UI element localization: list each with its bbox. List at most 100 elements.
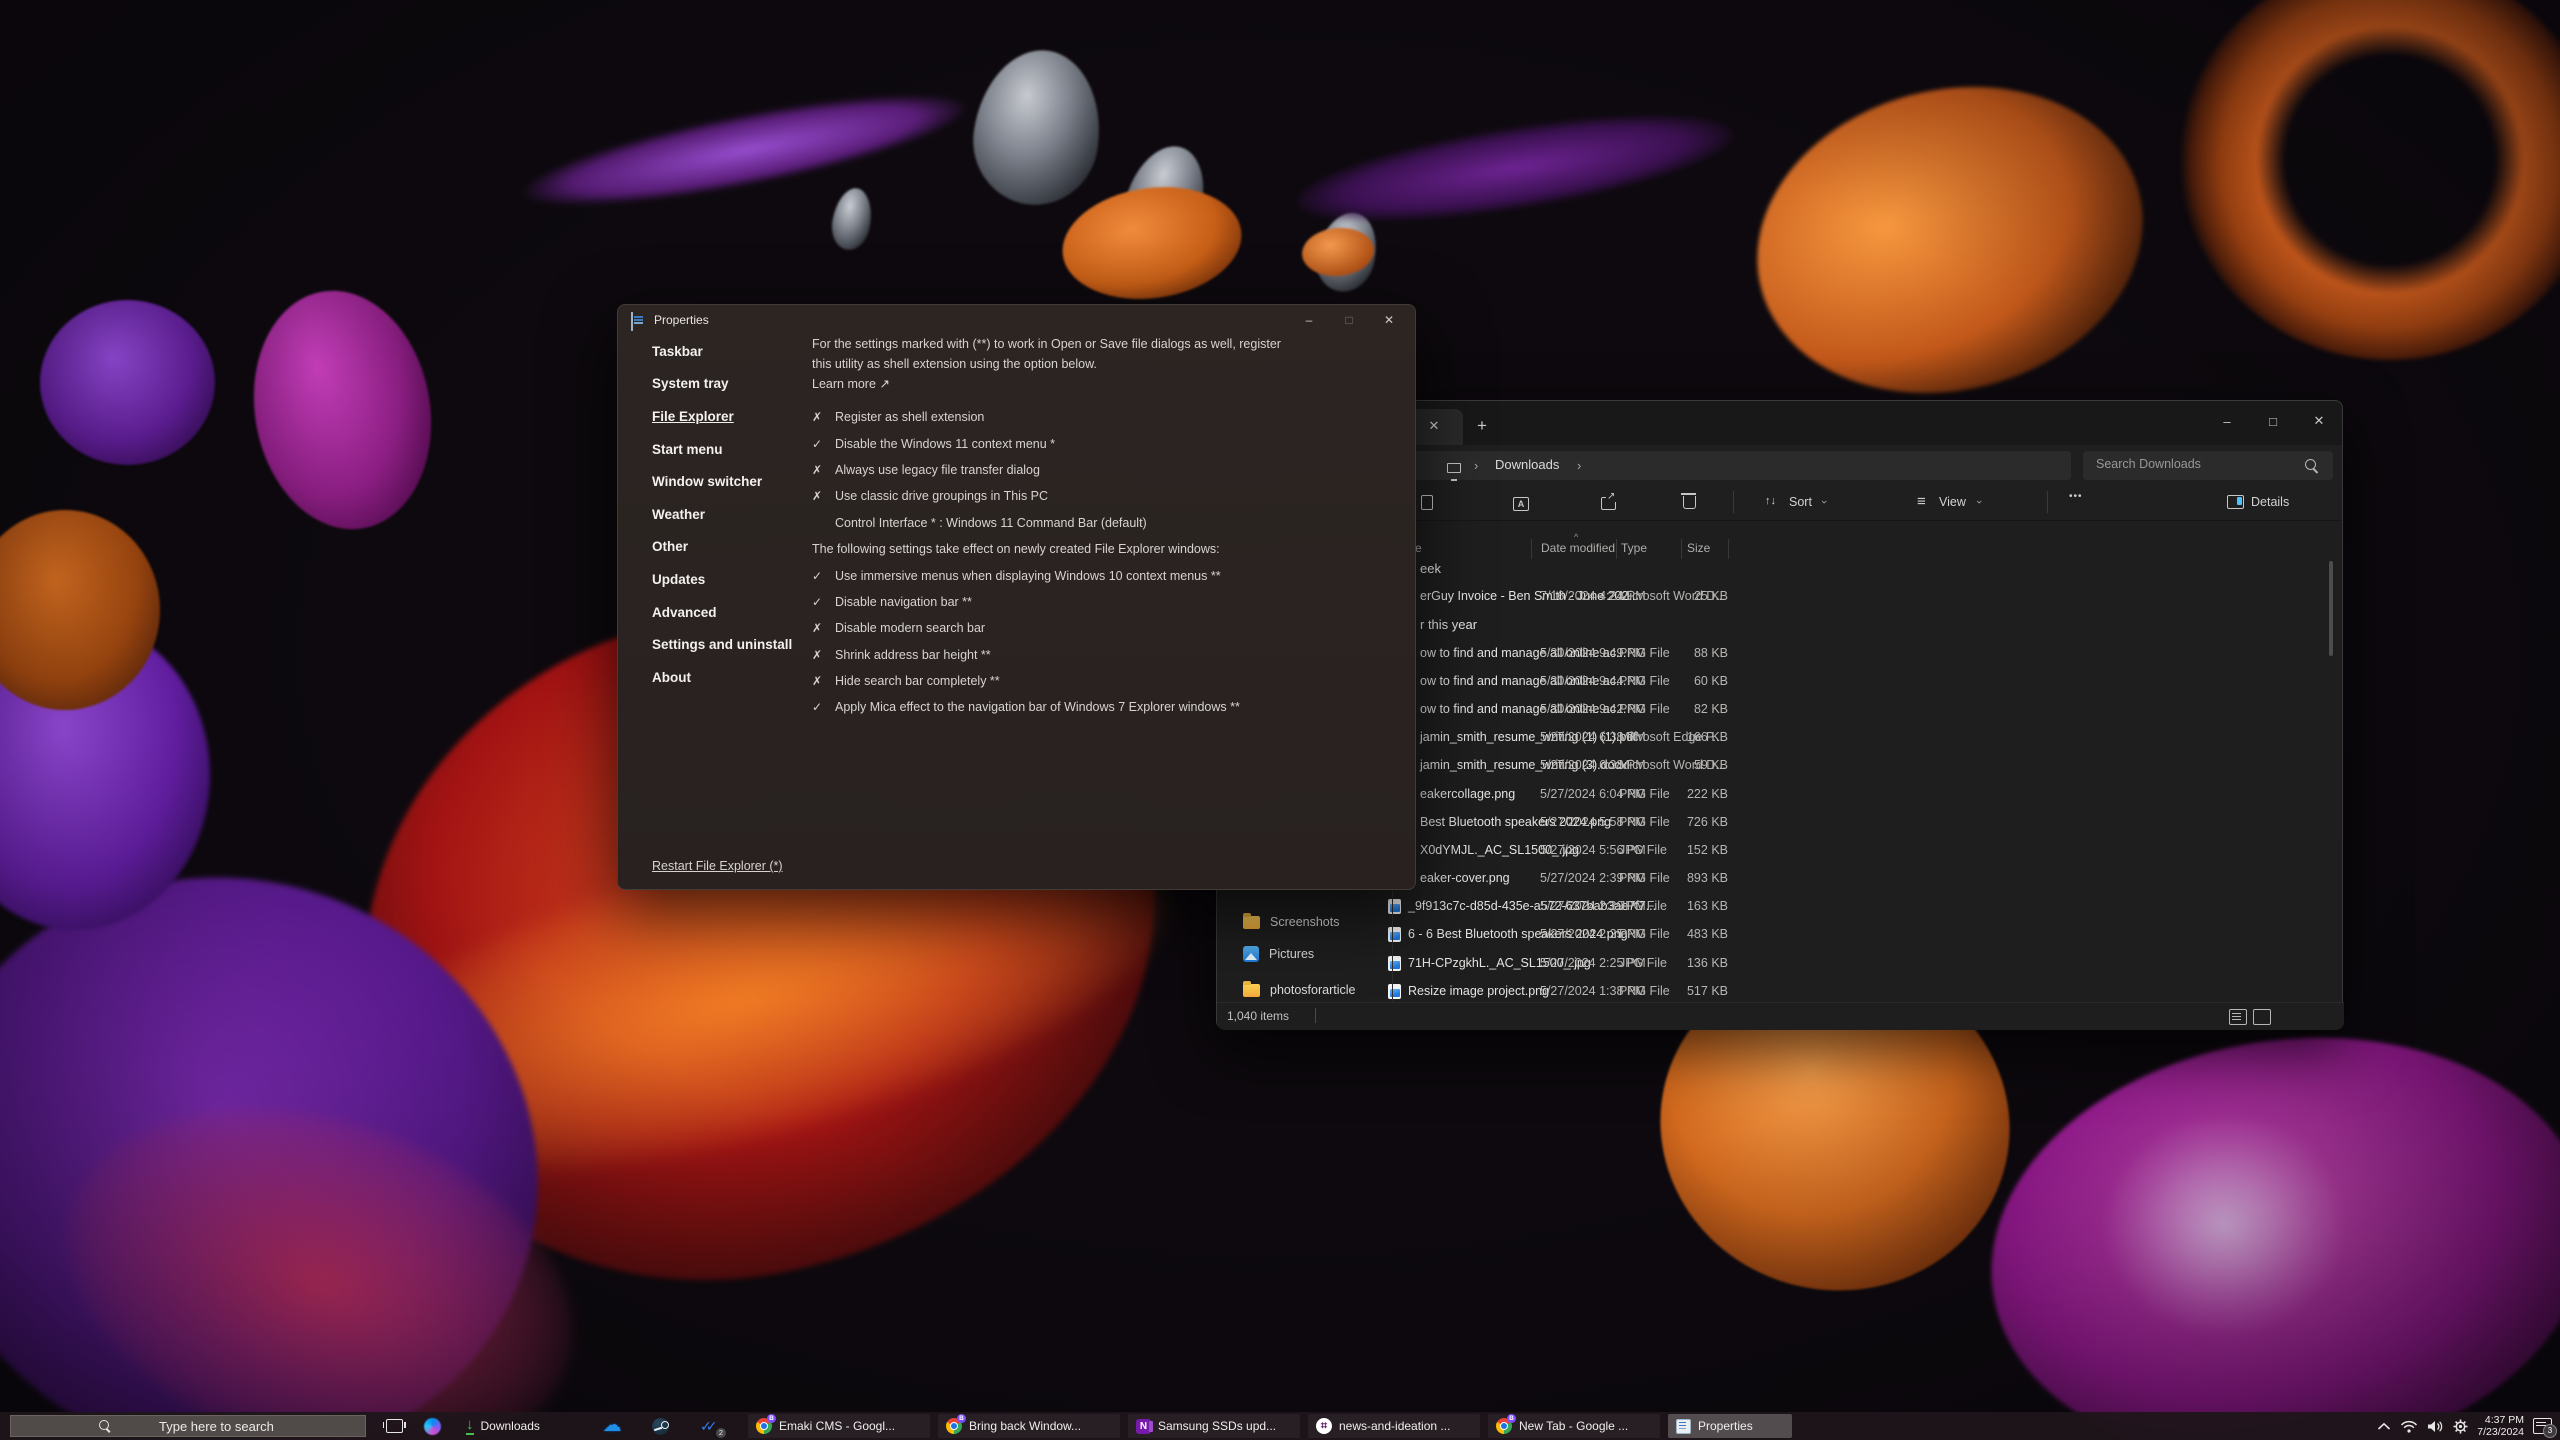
view-icon[interactable]: ≡ [1917, 493, 1926, 510]
check-icon: ✓ [812, 594, 823, 609]
settings-section-note: The following settings take effect on ne… [812, 542, 1220, 557]
taskbar-window-samsung-ssds[interactable]: N Samsung SSDs upd... [1128, 1414, 1300, 1438]
notification-badge: 3 [2543, 1424, 2557, 1438]
details-pane-button[interactable]: Details [2251, 495, 2289, 509]
setting-control-interface[interactable]: Control Interface * : Windows 11 Command… [812, 510, 1240, 536]
wifi-icon[interactable] [2400, 1420, 2418, 1433]
close-button[interactable]: ✕ [1369, 305, 1409, 335]
setting-classic-drive-groupings[interactable]: ✗ Use classic drive groupings in This PC [812, 483, 1240, 509]
setting-disable-win11-context-menu[interactable]: ✓ Disable the Windows 11 context menu * [812, 430, 1240, 456]
items-count: 1,040 items [1227, 1009, 1290, 1023]
volume-icon[interactable] [2427, 1420, 2444, 1433]
paste-icon[interactable] [1421, 495, 1433, 513]
new-tab-button[interactable]: + [1469, 413, 1495, 439]
share-icon[interactable] [1601, 491, 1617, 513]
taskbar-window-new-tab[interactable]: B New Tab - Google ... [1488, 1414, 1660, 1438]
taskbar: Type here to search ↓ Downloads ☁ ✓✓ 2 B … [0, 1412, 2560, 1440]
cross-icon: ✗ [812, 489, 823, 504]
notification-center-icon[interactable]: 3 [2533, 1418, 2557, 1438]
minimize-button[interactable]: – [2204, 401, 2250, 441]
this-pc-icon [1447, 460, 1461, 481]
cross-icon: ✗ [812, 410, 823, 425]
chevron-down-icon: › [1817, 500, 1830, 504]
clock[interactable]: 4:37 PM 7/23/2024 [2477, 1414, 2524, 1438]
sidebar-item-file-explorer[interactable]: File Explorer [652, 400, 792, 433]
sidebar-item-start-menu[interactable]: Start menu [652, 433, 792, 466]
cross-icon: ✗ [812, 462, 823, 477]
properties-app-icon [631, 312, 633, 331]
taskbar-window-emaki-cms[interactable]: B Emaki CMS - Googl... [748, 1414, 930, 1438]
sidebar-item-system-tray[interactable]: System tray [652, 368, 792, 401]
details-pane-icon[interactable] [2227, 495, 2244, 512]
sidebar-item-other[interactable]: Other [652, 531, 792, 564]
scrollbar[interactable] [2329, 561, 2333, 656]
download-arrow-icon: ↓ [466, 1415, 474, 1435]
sidebar-item-taskbar[interactable]: Taskbar [652, 335, 792, 368]
breadcrumb-downloads[interactable]: Downloads [1495, 457, 1559, 472]
sidebar-item-advanced[interactable]: Advanced [652, 596, 792, 629]
onedrive-button[interactable]: ☁ [600, 1415, 624, 1437]
properties-app-icon [1676, 1418, 1691, 1434]
rename-icon[interactable]: A [1513, 495, 1529, 511]
desktop: ✕ + – □ ✕ › Downloads › Search Downloads [0, 0, 2560, 1440]
taskbar-window-bring-back[interactable]: B Bring back Window... [938, 1414, 1120, 1438]
setting-apply-mica-effect[interactable]: ✓ Apply Mica effect to the navigation ba… [812, 694, 1240, 720]
sort-button[interactable]: Sort [1789, 495, 1812, 509]
check-icon: ✓ [812, 568, 823, 583]
clock-time: 4:37 PM [2484, 1414, 2524, 1426]
setting-shrink-address-bar[interactable]: ✗ Shrink address bar height ** [812, 642, 1240, 668]
taskbar-window-properties[interactable]: Properties [1668, 1414, 1792, 1438]
sidebar-item-window-switcher[interactable]: Window switcher [652, 465, 792, 498]
setting-register-shell-extension[interactable]: ✗ Register as shell extension [812, 404, 1240, 430]
learn-more-link[interactable]: Learn more ↗ [812, 374, 1292, 394]
maximize-button[interactable]: □ [2250, 401, 2296, 441]
sidebar-item-about[interactable]: About [652, 661, 792, 694]
nav-item-pictures[interactable]: Pictures [1217, 939, 1387, 969]
breadcrumb-chevron-icon: › [1474, 458, 1479, 473]
sidebar-item-settings-and-uninstall[interactable]: Settings and uninstall [652, 628, 792, 661]
dialog-window-controls: – □ ✕ [1289, 305, 1409, 335]
system-tray: 4:37 PM 7/23/2024 3 [2377, 1412, 2557, 1440]
steam-button[interactable] [648, 1415, 672, 1437]
tab-close-icon[interactable]: ✕ [1422, 414, 1446, 438]
taskbar-search-box[interactable]: Type here to search [10, 1415, 366, 1437]
setting-disable-modern-search-bar[interactable]: ✗ Disable modern search bar [812, 615, 1240, 641]
maximize-button[interactable]: □ [1329, 305, 1369, 335]
more-options-button[interactable]: ••• [2069, 491, 2083, 502]
show-hidden-icons-chevron[interactable] [2377, 1422, 2391, 1431]
setting-disable-navigation-bar[interactable]: ✓ Disable navigation bar ** [812, 589, 1240, 615]
column-type[interactable]: Type [1621, 541, 1647, 555]
breadcrumb-chevron-icon: › [1577, 458, 1582, 473]
thumbnail-view-toggle[interactable] [2253, 1009, 2271, 1025]
view-button[interactable]: View [1939, 495, 1966, 509]
downloads-folder-button[interactable]: ↓ Downloads [458, 1414, 564, 1438]
cross-icon: ✗ [812, 647, 823, 662]
sort-icon[interactable]: ↑↓ [1765, 495, 1776, 507]
copilot-icon [423, 1417, 441, 1435]
task-view-icon [382, 1419, 406, 1433]
search-box[interactable]: Search Downloads [2083, 451, 2333, 480]
sidebar-item-updates[interactable]: Updates [652, 563, 792, 596]
check-icon: ✓ [812, 700, 823, 715]
column-date-modified[interactable]: Date modified [1541, 541, 1615, 555]
steam-icon [651, 1417, 669, 1435]
column-size[interactable]: Size [1687, 541, 1710, 555]
setting-legacy-file-transfer[interactable]: ✗ Always use legacy file transfer dialog [812, 457, 1240, 483]
onenote-icon: N [1136, 1418, 1153, 1434]
column-name[interactable]: e [1415, 541, 1422, 555]
sidebar-item-weather[interactable]: Weather [652, 498, 792, 531]
todo-button[interactable]: ✓✓ 2 [696, 1415, 726, 1438]
settings-gear-icon[interactable] [2453, 1419, 2468, 1434]
delete-icon[interactable] [1681, 493, 1696, 512]
nav-item-screenshots[interactable]: Screenshots [1217, 907, 1387, 937]
restart-file-explorer-link[interactable]: Restart File Explorer (*) [652, 859, 783, 873]
details-view-toggle[interactable] [2229, 1009, 2247, 1025]
nav-item-photosforarticle[interactable]: photosforarticle [1217, 975, 1387, 1005]
copilot-button[interactable] [420, 1415, 444, 1437]
taskbar-window-news-and-ideation[interactable]: ⌗ news-and-ideation ... [1308, 1414, 1480, 1438]
setting-hide-search-bar[interactable]: ✗ Hide search bar completely ** [812, 668, 1240, 694]
task-view-button[interactable] [382, 1415, 406, 1437]
setting-immersive-menus[interactable]: ✓ Use immersive menus when displaying Wi… [812, 562, 1240, 588]
close-button[interactable]: ✕ [2296, 401, 2342, 441]
minimize-button[interactable]: – [1289, 305, 1329, 335]
